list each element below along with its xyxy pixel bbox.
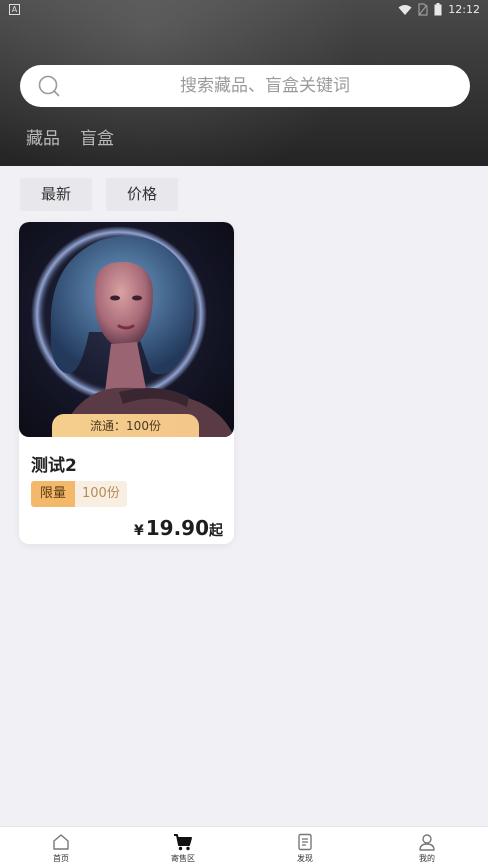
portrait-artwork (31, 226, 234, 437)
status-time: 12:12 (448, 3, 480, 16)
nav-home-label: 首页 (53, 854, 69, 863)
nav-consignment[interactable]: 寄售区 (122, 827, 244, 867)
price-value: 19.90 (145, 516, 209, 540)
nav-discover[interactable]: 发现 (244, 827, 366, 867)
product-price: ¥ 19.90 起 (134, 516, 223, 540)
battery-icon (434, 3, 442, 16)
tab-blind-box[interactable]: 盲盒 (80, 124, 114, 149)
edition-count-tag: 100份 (75, 481, 127, 507)
sort-newest-button[interactable]: 最新 (20, 178, 92, 211)
category-tabs: 藏品 盲盒 (26, 124, 114, 149)
wifi-icon (398, 4, 412, 15)
cart-icon (174, 834, 192, 851)
search-bar[interactable]: 搜索藏品、盲盒关键词 (20, 65, 470, 107)
product-card[interactable]: 流通：100份 测试2 限量 100份 ¥ 19.90 起 (19, 222, 234, 544)
search-placeholder: 搜索藏品、盲盒关键词 (180, 76, 350, 96)
nav-discover-label: 发现 (297, 854, 313, 863)
nav-profile-label: 我的 (419, 854, 435, 863)
limited-tag: 限量 (31, 481, 76, 507)
profile-icon (419, 834, 435, 851)
nav-consignment-label: 寄售区 (171, 854, 195, 863)
home-icon (53, 834, 69, 850)
bottom-navigation: 首页 寄售区 发现 我的 (0, 826, 488, 867)
product-title: 测试2 (31, 456, 77, 476)
product-image: 流通：100份 (19, 222, 234, 437)
nav-home[interactable]: 首页 (0, 827, 122, 867)
nav-profile[interactable]: 我的 (366, 827, 488, 867)
sort-bar: 最新 价格 (20, 178, 178, 211)
discover-icon (298, 833, 312, 851)
status-bar: A 12:12 (0, 0, 488, 22)
app-indicator-icon: A (9, 4, 20, 15)
price-currency: ¥ (133, 523, 144, 539)
no-sim-icon (418, 3, 428, 16)
tab-collections[interactable]: 藏品 (26, 124, 60, 149)
circulation-badge: 流通：100份 (52, 414, 199, 437)
sort-price-button[interactable]: 价格 (106, 178, 178, 211)
price-suffix: 起 (209, 523, 223, 539)
product-tags: 限量 100份 (31, 481, 127, 507)
